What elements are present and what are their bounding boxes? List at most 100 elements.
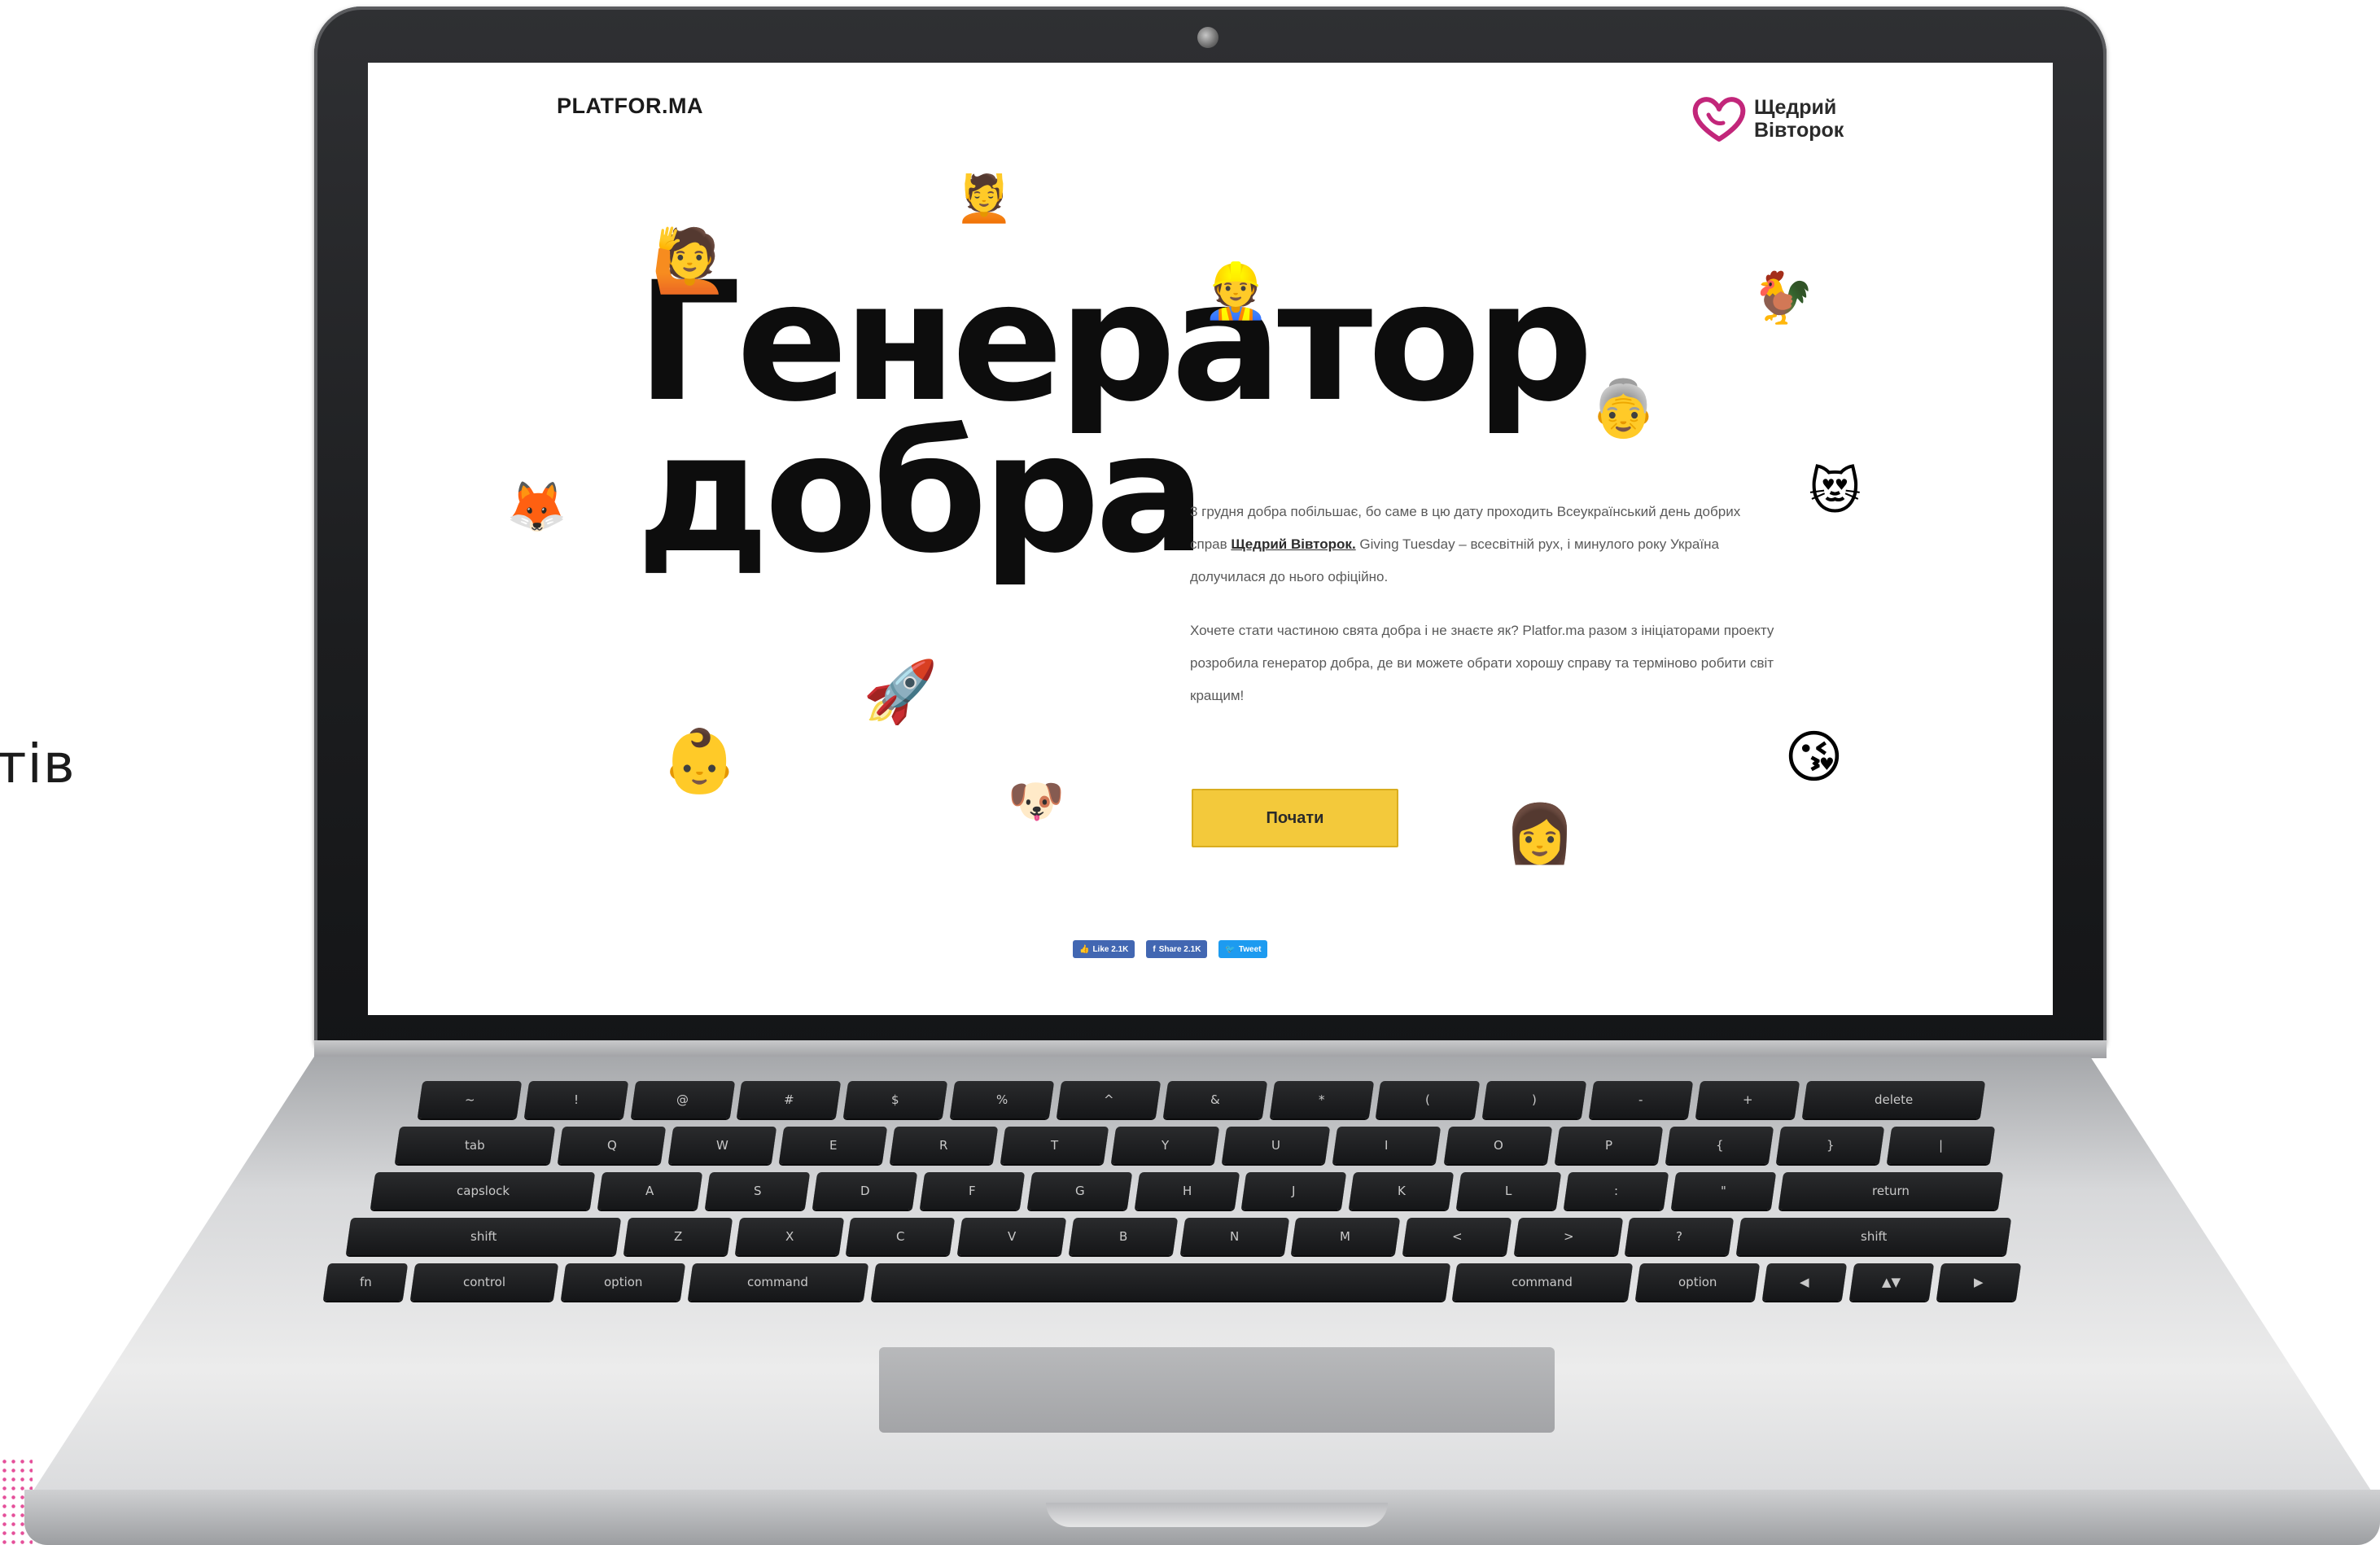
facebook-like-button[interactable]: 👍 Like 2.1K bbox=[1073, 940, 1135, 958]
key-symbol[interactable]: @ bbox=[630, 1081, 735, 1118]
key-symbol[interactable]: * bbox=[1269, 1081, 1374, 1118]
key-label: delete bbox=[1874, 1092, 1914, 1107]
key-M[interactable]: M bbox=[1291, 1218, 1401, 1255]
key-U[interactable]: U bbox=[1222, 1127, 1331, 1164]
key-V[interactable]: V bbox=[956, 1218, 1067, 1255]
key-Z[interactable]: Z bbox=[623, 1218, 733, 1255]
key-symbol[interactable]: - bbox=[1588, 1081, 1694, 1118]
key-label: Y bbox=[1162, 1138, 1170, 1153]
key-symbol[interactable]: $ bbox=[843, 1081, 948, 1118]
key-symbol[interactable]: ! bbox=[523, 1081, 628, 1118]
key-label: V bbox=[1007, 1229, 1017, 1244]
key-label: : bbox=[1613, 1184, 1618, 1198]
key-symbol[interactable]: : bbox=[1563, 1172, 1669, 1210]
massage-emoji-icon: 💆 bbox=[956, 173, 1013, 225]
key-option[interactable]: option bbox=[561, 1263, 686, 1301]
key-label: N bbox=[1229, 1229, 1239, 1244]
key-label: ◀ bbox=[1800, 1275, 1809, 1289]
key-label: shift bbox=[470, 1229, 497, 1244]
key-H[interactable]: H bbox=[1134, 1172, 1240, 1210]
key-D[interactable]: D bbox=[812, 1172, 918, 1210]
key-symbol[interactable]: # bbox=[737, 1081, 842, 1118]
key-symbol[interactable]: + bbox=[1695, 1081, 1800, 1118]
key-Y[interactable]: Y bbox=[1110, 1127, 1220, 1164]
key-label: I bbox=[1385, 1138, 1389, 1153]
key-symbol[interactable]: " bbox=[1670, 1172, 1776, 1210]
key-symbol[interactable]: > bbox=[1513, 1218, 1623, 1255]
key-symbol[interactable]: ^ bbox=[1056, 1081, 1162, 1118]
dog-emoji-icon: 🐶 bbox=[1008, 775, 1065, 828]
fox-emoji-icon: 🦊 bbox=[506, 479, 567, 536]
key-L[interactable]: L bbox=[1455, 1172, 1562, 1210]
key-symbol[interactable]: < bbox=[1402, 1218, 1512, 1255]
key-label: U bbox=[1271, 1138, 1281, 1153]
key-label: ! bbox=[573, 1092, 579, 1107]
giving-tuesday-link[interactable]: Щедрий Вівторок. bbox=[1231, 536, 1355, 552]
key-shift[interactable]: shift bbox=[1735, 1218, 2012, 1255]
key-control[interactable]: control bbox=[409, 1263, 559, 1301]
key-fn[interactable]: fn bbox=[322, 1263, 409, 1301]
kissing-face-emoji-icon: 😘 bbox=[1784, 724, 1844, 790]
key-symbol[interactable]: ) bbox=[1482, 1081, 1587, 1118]
key-symbol[interactable]: ? bbox=[1625, 1218, 1735, 1255]
key-symbol[interactable]: ◀ bbox=[1761, 1263, 1848, 1301]
key-symbol[interactable]: ~ bbox=[417, 1081, 523, 1118]
key-return[interactable]: return bbox=[1778, 1172, 2004, 1210]
key-I[interactable]: I bbox=[1332, 1127, 1442, 1164]
key-symbol[interactable]: ▲▼ bbox=[1848, 1263, 1935, 1301]
key-label: M bbox=[1340, 1229, 1351, 1244]
key-shift[interactable]: shift bbox=[345, 1218, 622, 1255]
key-W[interactable]: W bbox=[667, 1127, 777, 1164]
facebook-icon: f bbox=[1153, 944, 1156, 954]
key-label: X bbox=[785, 1229, 794, 1244]
key-E[interactable]: E bbox=[778, 1127, 888, 1164]
key-N[interactable]: N bbox=[1179, 1218, 1289, 1255]
rocket-emoji-icon: 🚀 bbox=[863, 657, 938, 727]
facebook-share-button[interactable]: f Share 2.1K bbox=[1146, 940, 1208, 958]
key-command[interactable]: command bbox=[688, 1263, 869, 1301]
key-Q[interactable]: Q bbox=[557, 1127, 666, 1164]
key-symbol[interactable]: ( bbox=[1376, 1081, 1481, 1118]
key-K[interactable]: K bbox=[1349, 1172, 1455, 1210]
key-tab[interactable]: tab bbox=[394, 1127, 555, 1164]
tweet-button[interactable]: 🐦 Tweet bbox=[1218, 940, 1268, 958]
key-symbol[interactable]: } bbox=[1775, 1127, 1885, 1164]
key-T[interactable]: T bbox=[1000, 1127, 1109, 1164]
key-label: # bbox=[784, 1092, 794, 1107]
space-key[interactable] bbox=[870, 1263, 1450, 1301]
trackpad[interactable] bbox=[879, 1347, 1555, 1433]
key-X[interactable]: X bbox=[734, 1218, 844, 1255]
key-label: ? bbox=[1676, 1229, 1683, 1244]
key-O[interactable]: O bbox=[1443, 1127, 1552, 1164]
key-label: tab bbox=[465, 1138, 485, 1153]
key-C[interactable]: C bbox=[846, 1218, 956, 1255]
key-symbol[interactable]: { bbox=[1665, 1127, 1774, 1164]
share-label: Share 2.1K bbox=[1158, 944, 1201, 954]
key-R[interactable]: R bbox=[889, 1127, 999, 1164]
key-symbol[interactable]: & bbox=[1162, 1081, 1267, 1118]
key-label: F bbox=[968, 1184, 976, 1198]
key-capslock[interactable]: capslock bbox=[370, 1172, 596, 1210]
key-B[interactable]: B bbox=[1068, 1218, 1178, 1255]
key-S[interactable]: S bbox=[704, 1172, 811, 1210]
key-command[interactable]: command bbox=[1452, 1263, 1634, 1301]
key-A[interactable]: A bbox=[597, 1172, 703, 1210]
key-symbol[interactable]: ▶ bbox=[1936, 1263, 2022, 1301]
start-button[interactable]: Почати bbox=[1192, 789, 1398, 847]
key-P[interactable]: P bbox=[1554, 1127, 1663, 1164]
key-delete[interactable]: delete bbox=[1801, 1081, 1986, 1118]
partner-logo[interactable]: Щедрий Вівторок bbox=[1691, 94, 1844, 144]
key-symbol[interactable]: | bbox=[1886, 1127, 1996, 1164]
key-J[interactable]: J bbox=[1241, 1172, 1347, 1210]
intro-paragraph-2: Хочете стати частиною свята добра і не з… bbox=[1190, 623, 1774, 703]
key-label: G bbox=[1074, 1184, 1084, 1198]
site-logo[interactable]: PLATFOR.MA bbox=[557, 94, 703, 119]
key-F[interactable]: F bbox=[919, 1172, 1025, 1210]
key-label: C bbox=[896, 1229, 905, 1244]
key-label: + bbox=[1742, 1092, 1753, 1107]
key-label: J bbox=[1292, 1184, 1297, 1198]
key-G[interactable]: G bbox=[1026, 1172, 1132, 1210]
woman-laptop-emoji-icon: 👩 bbox=[1504, 800, 1576, 867]
key-symbol[interactable]: % bbox=[949, 1081, 1055, 1118]
key-option[interactable]: option bbox=[1634, 1263, 1761, 1301]
